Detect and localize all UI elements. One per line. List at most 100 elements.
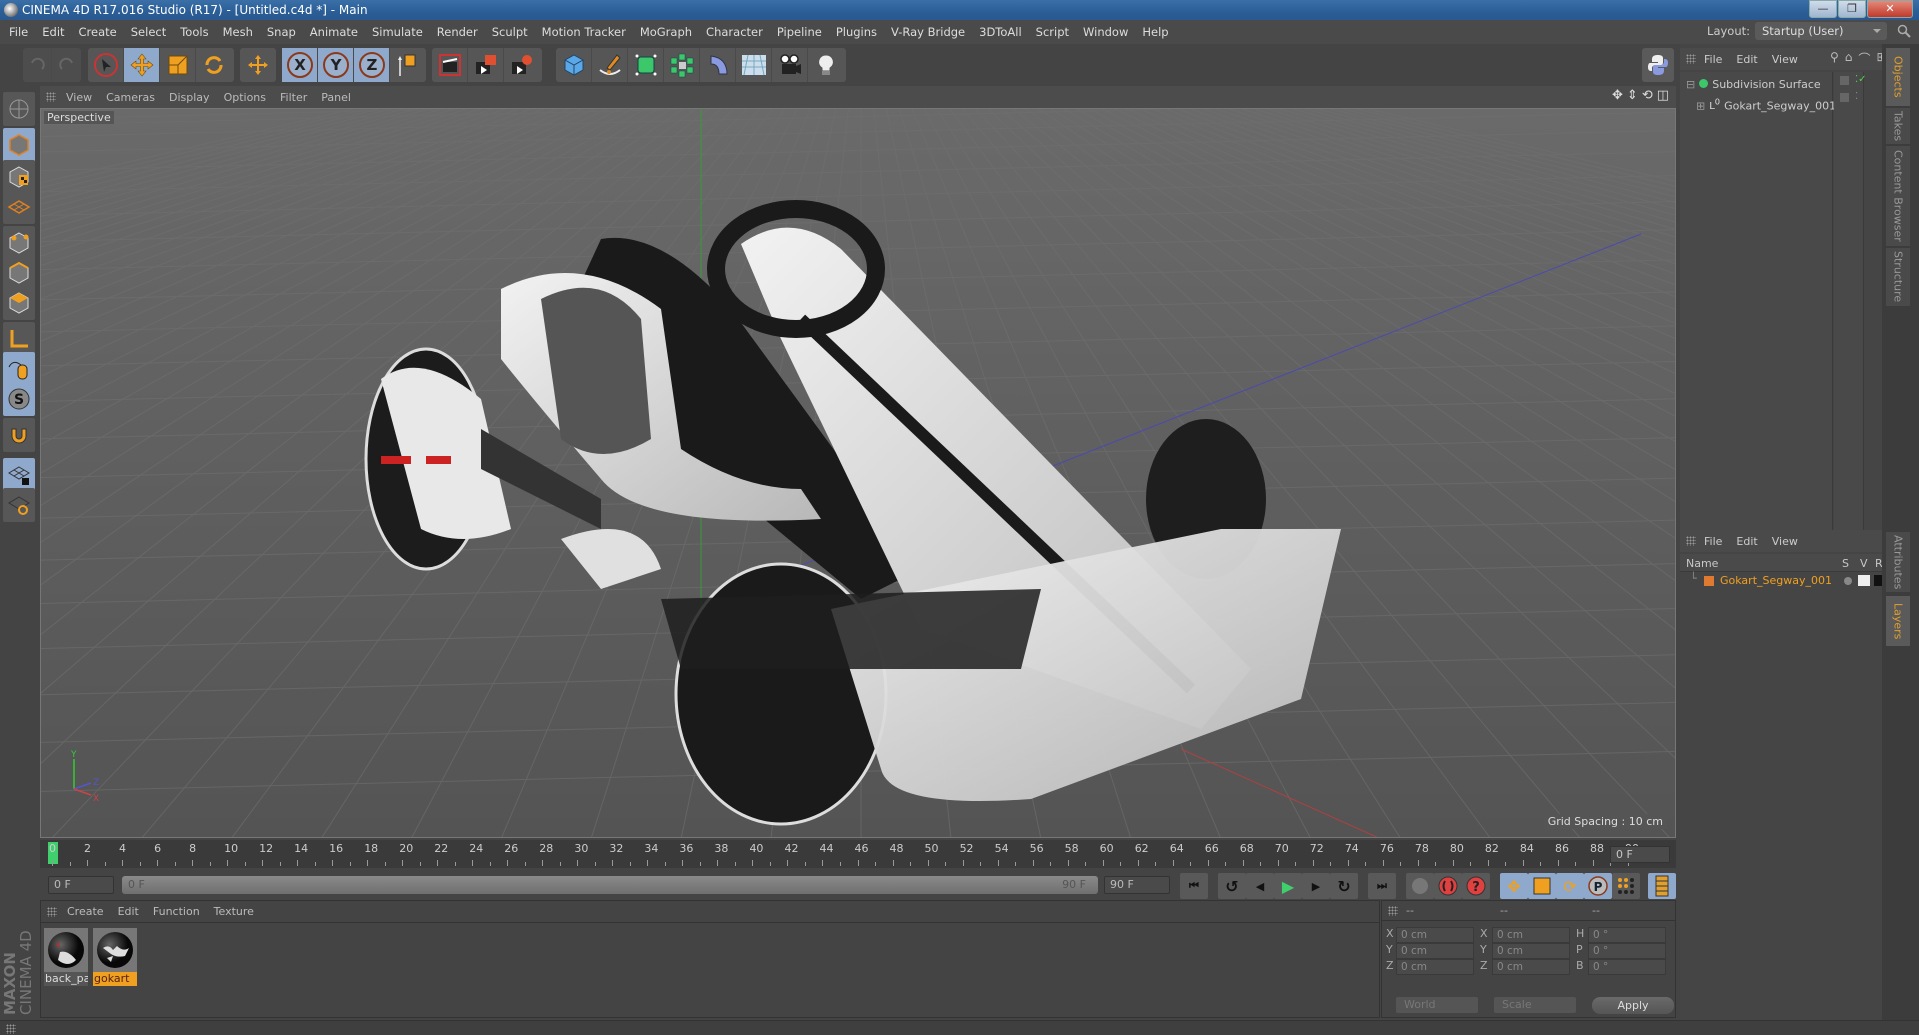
side-tab-layers[interactable]: Layers: [1886, 596, 1910, 646]
menu-snap[interactable]: Snap: [267, 25, 296, 39]
render-picture-viewer-icon[interactable]: [468, 48, 504, 82]
layer-row[interactable]: └ Gokart_Segway_001: [1680, 572, 1882, 590]
orbit-icon[interactable]: ⟲: [1642, 88, 1653, 103]
previous-key-button[interactable]: ↺: [1218, 873, 1246, 899]
menu-animate[interactable]: Animate: [310, 25, 358, 39]
material-menu-function[interactable]: Function: [153, 905, 200, 918]
menu-create[interactable]: Create: [79, 25, 117, 39]
recent-tool-icon[interactable]: [240, 48, 276, 82]
move-icon[interactable]: [124, 48, 160, 82]
restore-button[interactable]: ❐: [1838, 0, 1866, 18]
layer-flag[interactable]: [1840, 93, 1849, 102]
visibility-toggle[interactable]: ⁚✓: [1855, 74, 1867, 85]
menu-3dtoall[interactable]: 3DToAll: [979, 25, 1022, 39]
panel-grip[interactable]: [46, 92, 56, 102]
workplane-mode-button[interactable]: [3, 190, 35, 224]
collapse-icon[interactable]: ⊟: [1686, 78, 1695, 91]
zoom-icon[interactable]: ⇕: [1627, 88, 1638, 103]
timeline-button[interactable]: [1648, 873, 1676, 899]
key-scale-button[interactable]: [1528, 873, 1556, 899]
layer-menu-edit[interactable]: Edit: [1736, 535, 1757, 548]
key-position-button[interactable]: ✥: [1500, 873, 1528, 899]
menu-render[interactable]: Render: [437, 25, 478, 39]
visibility-eye-icon[interactable]: [1858, 575, 1870, 586]
timeline-ruler[interactable]: 0 2 4 6 8 10 12 14 16 18 20 22 24 26 28 30 32 34 36 38 40 42 4…: [40, 840, 1676, 868]
position-field[interactable]: 0 cm: [1396, 959, 1474, 975]
live-selection-icon[interactable]: [88, 48, 124, 82]
polygons-mode-button[interactable]: [3, 286, 35, 320]
z-axis-lock-icon[interactable]: Z: [354, 48, 390, 82]
position-field[interactable]: 0 cm: [1396, 943, 1474, 959]
viewport-menu-options[interactable]: Options: [224, 91, 266, 104]
coordinate-system-icon[interactable]: [390, 48, 426, 82]
render-clapper-icon[interactable]: [1874, 575, 1882, 586]
panel-grip[interactable]: [47, 907, 57, 917]
menu-plugins[interactable]: Plugins: [836, 25, 877, 39]
make-editable-button[interactable]: [3, 92, 35, 126]
play-button[interactable]: ▶: [1274, 873, 1302, 899]
menu-window[interactable]: Window: [1083, 25, 1128, 39]
x-axis-lock-icon[interactable]: X: [282, 48, 318, 82]
menu-help[interactable]: Help: [1142, 25, 1168, 39]
menu-tools[interactable]: Tools: [180, 25, 208, 39]
search-icon[interactable]: ⚲: [1830, 50, 1839, 67]
record-button[interactable]: [1434, 873, 1462, 899]
key-parameter-button[interactable]: P: [1584, 873, 1612, 899]
maximize-view-icon[interactable]: ◫: [1657, 88, 1669, 103]
model-mode-button[interactable]: [3, 128, 35, 162]
frame-range-slider[interactable]: 0 F 90 F: [122, 876, 1098, 894]
render-settings-icon[interactable]: [504, 48, 540, 82]
object-menu-file[interactable]: File: [1704, 53, 1722, 66]
side-tab-attributes[interactable]: Attributes: [1886, 532, 1910, 592]
light-icon[interactable]: [808, 48, 844, 82]
scale-icon[interactable]: [160, 48, 196, 82]
material-menu-create[interactable]: Create: [67, 905, 104, 918]
viewport-menu-cameras[interactable]: Cameras: [106, 91, 155, 104]
menu-mesh[interactable]: Mesh: [223, 25, 253, 39]
enable-axis-button[interactable]: [3, 322, 35, 356]
next-frame-button[interactable]: ▶: [1302, 873, 1330, 899]
floor-icon[interactable]: [736, 48, 772, 82]
tweak-mode-button[interactable]: [3, 352, 35, 386]
array-icon[interactable]: [664, 48, 700, 82]
material-menu-texture[interactable]: Texture: [214, 905, 254, 918]
go-to-end-button[interactable]: ⏭: [1368, 873, 1396, 899]
rotation-field[interactable]: 0 °: [1588, 927, 1666, 943]
layer-menu-view[interactable]: View: [1772, 535, 1798, 548]
position-field[interactable]: 0 cm: [1396, 927, 1474, 943]
planar-workplane-button[interactable]: [3, 488, 35, 522]
autokeying-button[interactable]: ?: [1462, 873, 1490, 899]
texture-mode-button[interactable]: [3, 160, 35, 194]
material-swatch[interactable]: gokart: [93, 928, 137, 986]
material-swatch[interactable]: back_pa: [44, 928, 88, 986]
key-rotation-button[interactable]: ⟳: [1556, 873, 1584, 899]
menu-edit[interactable]: Edit: [42, 25, 64, 39]
menu-mograph[interactable]: MoGraph: [640, 25, 692, 39]
start-frame-field[interactable]: 0 F: [48, 876, 114, 894]
autokey-button[interactable]: [1406, 873, 1434, 899]
render-view-icon[interactable]: [432, 48, 468, 82]
menu-pipeline[interactable]: Pipeline: [777, 25, 822, 39]
rotation-field[interactable]: 0 °: [1588, 943, 1666, 959]
y-axis-lock-icon[interactable]: Y: [318, 48, 354, 82]
side-tab-content-browser[interactable]: Content Browser: [1886, 146, 1910, 246]
size-field[interactable]: 0 cm: [1492, 927, 1570, 943]
object-row[interactable]: ⊟ Subdivision Surface: [1686, 76, 1821, 94]
menu-v-ray-bridge[interactable]: V-Ray Bridge: [891, 25, 965, 39]
minimize-button[interactable]: —: [1809, 0, 1837, 18]
layout-dropdown[interactable]: Startup (User): [1755, 22, 1887, 40]
bend-deformer-icon[interactable]: [700, 48, 736, 82]
end-frame-field[interactable]: 90 F: [1104, 876, 1170, 894]
layer-color-swatch[interactable]: [1704, 576, 1714, 586]
edges-mode-button[interactable]: [3, 256, 35, 290]
python-icon[interactable]: [1642, 48, 1674, 82]
panel-grip[interactable]: [1388, 906, 1398, 916]
bookmark-icon[interactable]: ⌒: [1858, 50, 1870, 67]
locked-workplane-button[interactable]: [3, 458, 35, 492]
side-tab-takes[interactable]: Takes: [1886, 108, 1910, 144]
viewport-menu-display[interactable]: Display: [169, 91, 210, 104]
material-menu-edit[interactable]: Edit: [118, 905, 139, 918]
panel-grip[interactable]: [1686, 54, 1696, 64]
scale-mode-dropdown[interactable]: Scale: [1494, 997, 1576, 1013]
side-tab-structure[interactable]: Structure: [1886, 248, 1910, 306]
